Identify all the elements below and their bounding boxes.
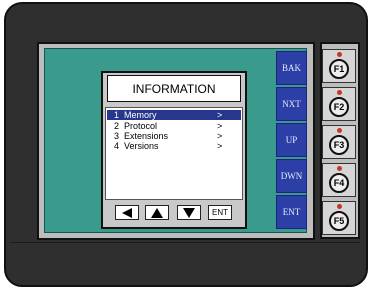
- menu-item-label: 1 Memory: [114, 110, 157, 120]
- chevron-right-icon: >: [217, 141, 223, 151]
- chevron-right-icon: >: [217, 110, 223, 120]
- function-key-f3[interactable]: F3: [322, 125, 356, 159]
- arrow-down-icon: [183, 207, 195, 218]
- enter-button-label: ENT: [212, 208, 228, 217]
- menu-item-protocol[interactable]: 2 Protocol >: [107, 121, 241, 131]
- left-button[interactable]: [115, 205, 139, 220]
- chevron-right-icon: >: [217, 121, 223, 131]
- enter-button[interactable]: ENT: [208, 205, 232, 220]
- menu-item-label: 3 Extensions: [114, 131, 169, 141]
- led-indicator: [337, 90, 342, 95]
- menu-item-label: 2 Protocol: [114, 121, 158, 131]
- led-indicator: [337, 128, 342, 133]
- function-key-f4[interactable]: F4: [322, 163, 356, 197]
- chevron-right-icon: >: [217, 131, 223, 141]
- function-key-f1[interactable]: F1: [322, 49, 356, 83]
- led-indicator: [337, 204, 342, 209]
- up-button[interactable]: [145, 205, 169, 220]
- menu-item-label: 4 Versions: [114, 141, 159, 151]
- menu-item-memory[interactable]: 1 Memory >: [107, 110, 241, 120]
- down-button[interactable]: [177, 205, 201, 220]
- function-key-f2[interactable]: F2: [322, 87, 356, 121]
- soft-key-dwn[interactable]: DWN: [276, 159, 307, 193]
- f5-key-label: F5: [329, 211, 349, 231]
- led-indicator: [337, 52, 342, 57]
- f1-key-label: F1: [329, 59, 349, 79]
- bezel-divider: [10, 242, 360, 243]
- led-indicator: [337, 166, 342, 171]
- function-key-f5[interactable]: F5: [322, 201, 356, 235]
- dialog-title: INFORMATION: [107, 75, 241, 102]
- soft-key-bak[interactable]: BAK: [276, 51, 307, 85]
- soft-key-ent[interactable]: ENT: [276, 195, 307, 229]
- f3-key-label: F3: [329, 135, 349, 155]
- menu-item-versions[interactable]: 4 Versions >: [107, 141, 241, 151]
- f2-key-label: F2: [329, 97, 349, 117]
- f4-key-label: F4: [329, 173, 349, 193]
- menu-item-extensions[interactable]: 3 Extensions >: [107, 131, 241, 141]
- soft-key-nxt[interactable]: NXT: [276, 87, 307, 121]
- soft-key-up[interactable]: UP: [276, 123, 307, 157]
- arrow-up-icon: [151, 207, 163, 218]
- arrow-left-icon: [122, 207, 132, 218]
